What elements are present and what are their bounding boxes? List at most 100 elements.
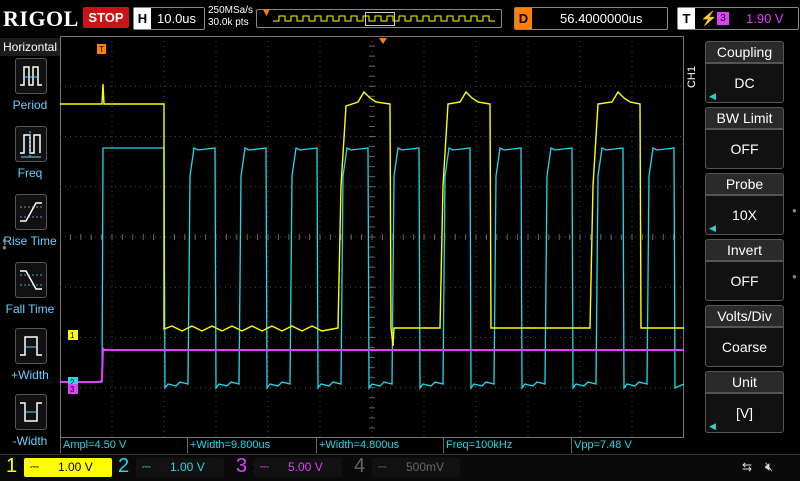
coupling-value-box: ◀ DC (705, 63, 784, 103)
memory-view-window (365, 12, 395, 26)
timebase-control[interactable]: H 10.0us (133, 7, 205, 30)
rise-time-label: Rise Time (3, 234, 57, 248)
coupling-softkey[interactable]: Coupling ◀ DC (705, 41, 784, 103)
bw-limit-title: BW Limit (705, 107, 784, 129)
ch3-number: 3 (236, 455, 248, 477)
ch4-scale: 500mV (406, 460, 445, 474)
bw-limit-value-box: OFF (705, 129, 784, 169)
probe-title: Probe (705, 173, 784, 195)
ch1-number: 1 (6, 455, 18, 477)
sample-rate: 250MSa/s (208, 5, 254, 16)
probe-value-box: ◀ 10X (705, 195, 784, 235)
usb-icon: ⇆ (742, 460, 753, 474)
invert-title: Invert (705, 239, 784, 261)
trigger-label: T (678, 8, 695, 29)
probe-value: 10X (732, 207, 757, 223)
dc-coupling-icon: ⎓ (378, 461, 387, 473)
rise-time-icon (15, 194, 47, 230)
dc-coupling-icon: ⎓ (260, 461, 269, 473)
volts-div-value: Coarse (721, 339, 768, 355)
fall-time-icon (15, 262, 47, 298)
trigger-position-icon: ▼ (261, 7, 272, 19)
period-label: Period (12, 98, 48, 112)
knob-arrow-icon: ◀ (709, 421, 716, 431)
trigger-level: 1.90 V (746, 11, 784, 26)
measure-rise-time-button[interactable]: Rise Time (3, 194, 57, 248)
trigger-source: 3 (717, 12, 729, 25)
volts-div-title: Volts/Div (705, 305, 784, 327)
unit-title: Unit (705, 371, 784, 393)
measurement-item[interactable]: +Width=9.800us (187, 438, 314, 453)
horizontal-measure-menu: Horizontal Period Freq Rise Time Fall Ti… (0, 36, 60, 454)
ch2-scale-box: ⎓ 1.00 V (136, 458, 224, 477)
frequency-icon (15, 126, 47, 162)
unit-value: [V] (735, 405, 754, 421)
invert-softkey[interactable]: Invert OFF (705, 239, 784, 301)
waveform-display[interactable]: 1 2 3 T T (59, 35, 698, 438)
graticule (59, 35, 685, 438)
fall-time-label: Fall Time (5, 302, 55, 316)
ch3-marker-label: 3 (70, 385, 75, 394)
channel-tag: CH1 (686, 66, 698, 89)
ch1-scale: 1.00 V (58, 460, 93, 474)
negative-width-label: -Width (12, 434, 48, 448)
coupling-title: Coupling (705, 41, 784, 63)
waveform-canvas: 1 2 3 T T (59, 35, 698, 438)
positive-width-icon (15, 328, 47, 364)
channel-status-bar: 1 ⎓ 1.00 V 2 ⎓ 1.00 V 3 ⎓ 5.00 V 4 ⎓ 500… (0, 454, 800, 481)
measurement-item[interactable]: Vpp=7.48 V (571, 438, 682, 453)
measure-frequency-button[interactable]: Freq (10, 126, 50, 180)
channel-menu: CH1 Coupling ◀ DC BW Limit OFF Probe ◀ 1… (684, 36, 800, 438)
ch3-scale: 5.00 V (288, 460, 323, 474)
ch2-number: 2 (118, 455, 130, 477)
ch3-scale-box: ⎓ 5.00 V (254, 458, 342, 477)
memory-depth: 30.0k pts (208, 17, 249, 28)
menu-page-indicator-icon: ● (792, 272, 797, 281)
trigger-position-icon (379, 38, 387, 44)
bw-limit-value: OFF (730, 141, 759, 157)
probe-softkey[interactable]: Probe ◀ 10X (705, 173, 784, 235)
delay-control[interactable]: D 56.4000000us (514, 7, 668, 30)
measure-negative-width-button[interactable]: -Width (10, 394, 50, 448)
ch2-scale: 1.00 V (170, 460, 205, 474)
frequency-label: Freq (17, 166, 43, 180)
period-icon (15, 58, 47, 94)
measurement-item[interactable]: +Width=4.800us (316, 438, 443, 453)
coupling-value: DC (734, 75, 755, 91)
volts-div-softkey[interactable]: Volts/Div Coarse (705, 305, 784, 367)
positive-width-label: +Width (11, 368, 49, 382)
measurement-item[interactable]: Freq=100kHz (443, 438, 570, 453)
measure-positive-width-button[interactable]: +Width (10, 328, 50, 382)
ch1-scale-box: ⎓ 1.00 V (24, 458, 112, 477)
run-stop-button[interactable]: STOP (83, 7, 129, 28)
delay-value: 56.4000000us (560, 11, 643, 26)
memory-overview[interactable]: ▼ (256, 7, 502, 28)
dc-coupling-icon: ⎓ (30, 461, 39, 473)
trigger-control[interactable]: T ⚡ 3 1.90 V (677, 7, 799, 30)
unit-softkey[interactable]: Unit ◀ [V] (705, 371, 784, 433)
timebase-label: H (134, 8, 151, 29)
ch1-marker-label: 1 (70, 331, 75, 340)
rising-edge-icon: ⚡ (700, 10, 718, 26)
invert-value: OFF (730, 273, 759, 289)
menu-title: Horizontal (0, 38, 60, 56)
speaker-muted-icon[interactable]: 🔇︎ (765, 459, 773, 475)
negative-width-icon (15, 394, 47, 430)
dc-coupling-icon: ⎓ (142, 461, 151, 473)
volts-div-value-box: Coarse (705, 327, 784, 367)
measurement-item[interactable]: Ampl=4.50 V (60, 438, 187, 453)
menu-page-indicator-icon: ● ● (2, 236, 7, 252)
brand-logo: RIGOL (3, 6, 79, 31)
bw-limit-softkey[interactable]: BW Limit OFF (705, 107, 784, 169)
trigger-time-marker-label: T (99, 45, 104, 54)
measure-fall-time-button[interactable]: Fall Time (6, 262, 54, 316)
ch4-scale-box: ⎓ 500mV (372, 458, 460, 477)
ch4-number: 4 (354, 455, 366, 477)
delay-label: D (515, 8, 532, 29)
unit-value-box: ◀ [V] (705, 393, 784, 433)
acquisition-info: 250MSa/s 30.0k pts (208, 5, 253, 29)
measure-period-button[interactable]: Period (10, 58, 50, 112)
measurement-bar: Ampl=4.50 V +Width=9.800us +Width=4.800u… (60, 438, 684, 454)
menu-page-indicator-icon: ● (792, 206, 797, 215)
invert-value-box: OFF (705, 261, 784, 301)
